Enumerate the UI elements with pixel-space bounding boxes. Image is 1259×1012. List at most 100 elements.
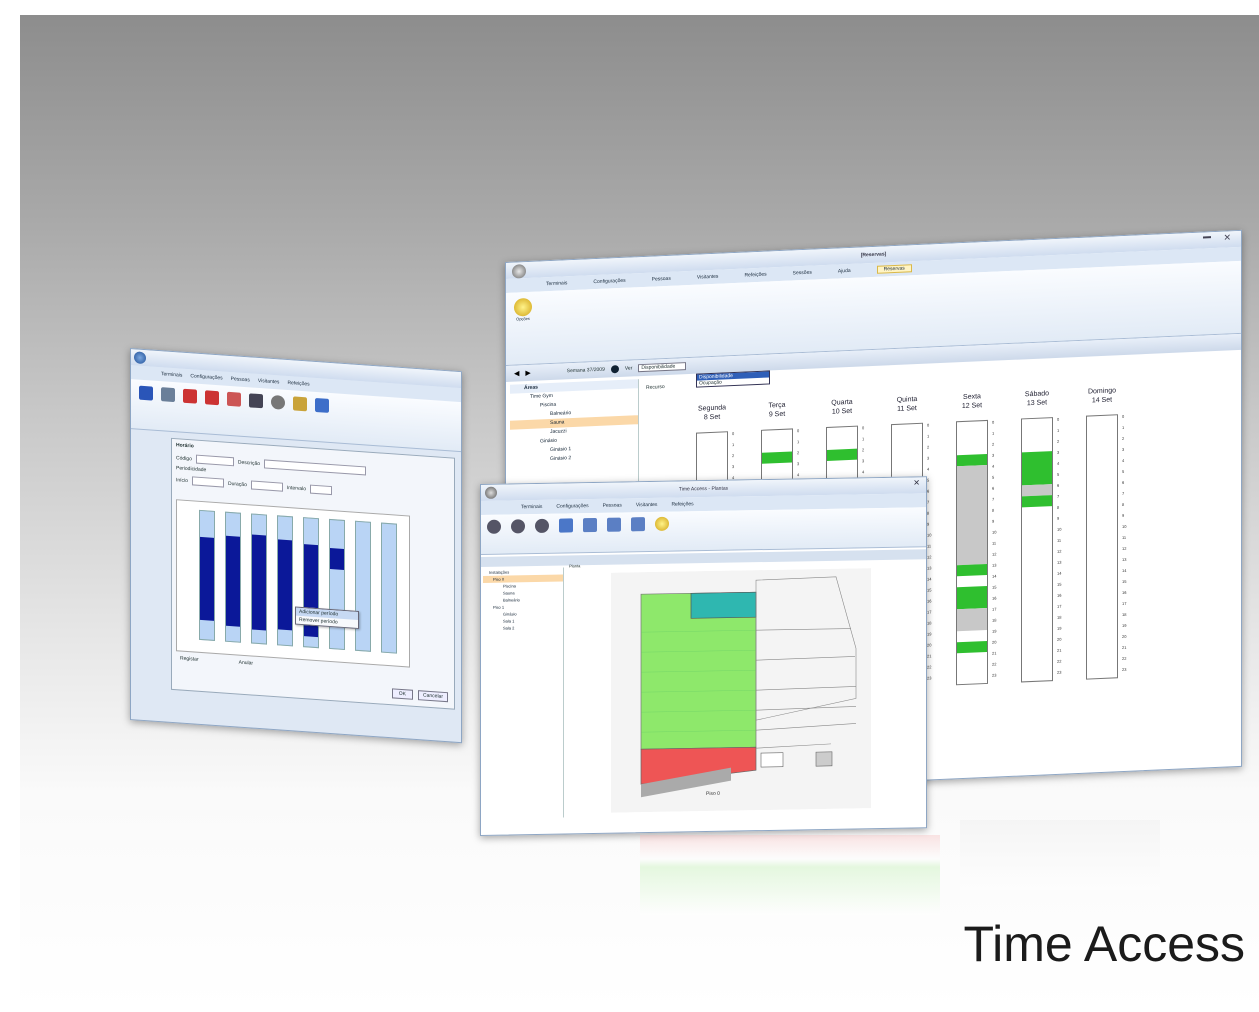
plan-tool-2[interactable] [511,519,525,548]
tab-reservas[interactable]: Reservas [876,264,912,274]
availability-segment[interactable] [957,640,987,654]
code-input[interactable] [195,454,234,467]
tab-visitantes[interactable]: Visitantes [258,378,280,386]
tab-refeicoes[interactable]: Refeições [744,272,766,279]
settings-button[interactable] [271,394,285,433]
tab-configuracoes[interactable]: Configurações [190,373,222,381]
cancel-label: Anular [238,659,254,667]
tab-configuracoes[interactable]: Configurações [593,278,625,285]
plan-tool-8[interactable] [655,516,669,546]
schedule-column[interactable] [303,517,319,649]
hour-tick: 3 [862,458,865,464]
flag2-button[interactable] [205,390,219,428]
hour-tick: 1 [992,430,995,436]
description-label: Descrição [237,459,261,467]
app-orb-icon-right[interactable] [512,264,526,279]
schedule-column[interactable] [251,513,267,645]
availability-segment[interactable] [762,451,792,464]
interval-input[interactable] [310,484,333,496]
tab-ajuda[interactable]: Ajuda [838,268,851,275]
view-select[interactable]: Disponibilidade [638,362,687,373]
availability-segment[interactable] [957,607,987,632]
availability-segment[interactable] [957,585,987,610]
description-input[interactable] [264,459,367,476]
tab-terminais[interactable]: Terminais [546,280,567,287]
close-icon[interactable]: ✕ [1223,232,1231,243]
schedule-column[interactable] [199,509,215,641]
schedule-column[interactable] [225,511,241,643]
schedule-column[interactable] [277,515,293,647]
plan-tool-6[interactable] [607,517,621,547]
tab-pessoas[interactable]: Pessoas [652,276,671,283]
day-date: 8 Set [703,413,721,422]
hour-tick: 11 [1057,537,1062,543]
hour-tick: 22 [927,664,932,670]
nav-forward-icon[interactable]: ▶ [525,369,530,377]
center-window-title: Time Access - Plantas [678,485,729,493]
app-orb-icon[interactable] [134,351,146,365]
minimize-icon[interactable] [1203,236,1211,239]
app-orb-icon-center[interactable] [485,486,497,499]
day-availability-bar[interactable] [1021,417,1053,683]
nav-back-icon[interactable]: ◀ [514,369,519,377]
availability-segment[interactable] [957,464,987,566]
people-button[interactable] [161,387,175,425]
hour-tick: 5 [1122,468,1125,475]
flag3-button[interactable] [227,391,241,430]
tab-pessoas[interactable]: Pessoas [603,503,622,509]
schedule-fill[interactable] [278,539,292,630]
tab-sessoes[interactable]: Sessões [793,270,812,277]
hour-tick: 2 [1122,435,1125,442]
flag-button[interactable] [183,388,197,427]
tab-terminais[interactable]: Terminais [161,371,182,378]
hour-tick: 2 [992,441,995,447]
tab-visitantes[interactable]: Visitantes [697,274,719,281]
terminals-button[interactable] [139,385,153,424]
tab-visitantes[interactable]: Visitantes [636,502,658,508]
help-icon[interactable] [610,365,619,374]
center-window-plan: Time Access - Plantas ✕ Terminais Config… [480,476,927,836]
hour-tick: 9 [927,521,930,527]
tools-button[interactable] [293,396,307,434]
schedule-fill[interactable] [200,536,214,621]
cancel-button[interactable]: Cancelar [417,690,448,703]
plan-tool-3[interactable] [535,518,549,548]
schedule-column[interactable] [381,522,397,654]
hour-scale: 01234567891011121314151617181920212223 [927,422,945,687]
duration-input[interactable] [250,480,283,492]
schedule-fill[interactable] [226,535,240,627]
start-input[interactable] [191,476,224,488]
plan-tool-5[interactable] [583,517,597,547]
availability-segment[interactable] [957,563,987,577]
tab-refeicoes[interactable]: Refeições [671,501,693,507]
ok-button[interactable]: OK [391,688,413,700]
hour-tick: 2 [862,447,865,453]
plan-tool-7[interactable] [631,517,645,546]
code-label: Código [176,454,192,462]
tab-terminais[interactable]: Terminais [521,504,542,510]
availability-segment[interactable] [1022,451,1052,486]
tab-configuracoes[interactable]: Configurações [556,503,588,510]
day-availability-bar[interactable] [956,419,988,686]
close-icon[interactable]: ✕ [913,478,920,487]
schedule-column[interactable] [329,518,345,651]
options-button[interactable]: Opções [514,297,532,322]
exit-button[interactable] [315,397,329,436]
zone-teal[interactable] [690,591,757,619]
form-section-title: Horário [176,442,194,450]
tree-item[interactable]: Sala 2 [483,624,563,632]
users-button[interactable] [249,393,263,431]
floor-plan: Piso 0 [611,568,871,813]
plan-tool-4[interactable] [559,518,573,547]
day-availability-bar[interactable] [1086,414,1118,680]
availability-segment[interactable] [827,448,857,461]
tab-pessoas[interactable]: Pessoas [231,376,250,383]
schedule-fill[interactable] [330,548,344,570]
plan-tool-1[interactable] [487,519,501,549]
tab-refeicoes[interactable]: Refeições [287,380,309,388]
hour-tick: 8 [1122,501,1125,508]
schedule-column[interactable] [355,520,371,652]
availability-segment[interactable] [1022,495,1052,508]
schedule-fill[interactable] [252,534,266,631]
hour-tick: 2 [797,450,800,456]
